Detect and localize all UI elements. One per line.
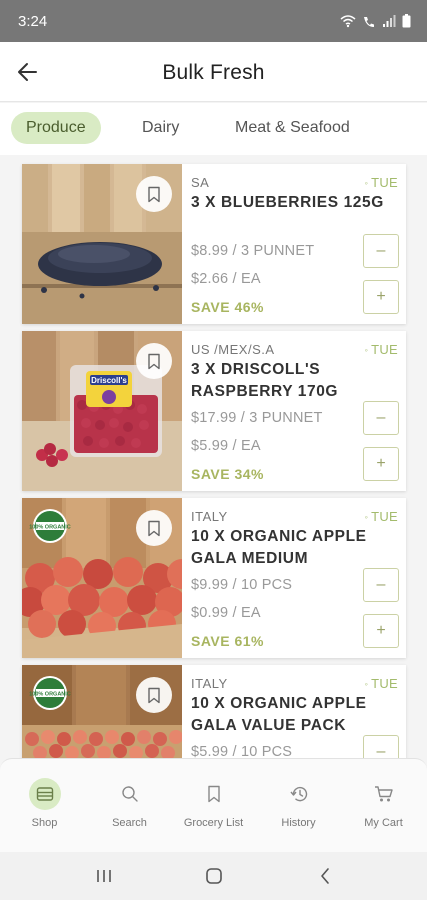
nav-shop[interactable]: Shop [2,759,87,853]
day-dot-icon: ◦ [364,345,369,355]
product-name: 10 X ORGANIC APPLE GALA MEDIUM [191,528,367,567]
delivery-day: ◦ TUE [365,175,398,190]
tab-meat-seafood[interactable]: Meat & Seafood [220,112,365,144]
recent-apps-button[interactable] [92,864,116,888]
savings-label: SAVE 34% [191,466,264,482]
product-card[interactable]: 100% ORGANIC ITALY ◦ TUE 10 X ORGANIC APP… [22,665,406,758]
product-name: 3 X DRISCOLL'S RASPBERRY 170G [191,361,339,400]
home-button[interactable] [202,864,226,888]
battery-icon [402,14,411,28]
increase-quantity-button[interactable]: + [363,280,399,314]
pack-price: $9.99 / 10 PCS [191,577,293,593]
product-card[interactable]: Driscoll's US /MEX/S.A ◦ TUE 3 X DRISCOLL… [22,331,406,491]
pack-price: $5.99 / 10 PCS [191,744,293,758]
nav-label-my-cart: My Cart [364,817,403,829]
unit-price: $0.99 / EA [191,605,261,621]
increase-quantity-button[interactable]: + [363,614,399,648]
nav-label-search: Search [112,817,147,829]
day-dot-icon: ◦ [364,512,369,522]
signal-icon [383,14,396,27]
minus-icon: – [376,576,386,593]
nav-my-cart[interactable]: My Cart [341,759,426,853]
history-icon [283,778,315,810]
product-origin: ITALY [191,676,228,691]
category-tabs: Produce Dairy Meat & Seafood [0,103,427,155]
page-title: Bulk Fresh [162,61,265,84]
app-header: Bulk Fresh [0,42,427,102]
decrease-quantity-button[interactable]: – [363,401,399,435]
bookmark-icon [148,687,160,703]
product-origin: SA [191,175,210,190]
status-icons [340,14,411,28]
product-origin: ITALY [191,509,228,524]
delivery-day: ◦ TUE [365,509,398,524]
day-dot-icon: ◦ [364,178,369,188]
minus-icon: – [376,242,386,259]
product-origin: US /MEX/S.A [191,342,275,357]
bookmark-button[interactable] [136,677,172,713]
product-name: 3 X BLUEBERRIES 125G [191,194,384,211]
increase-quantity-button[interactable]: + [363,447,399,481]
bookmark-icon [148,520,160,536]
product-card[interactable]: 100% ORGANIC ITALY ◦ TUE 10 X ORGANIC APP… [22,498,406,658]
decrease-quantity-button[interactable]: – [363,234,399,268]
status-time: 3:24 [18,12,48,30]
nav-label-grocery-list: Grocery List [183,817,244,829]
system-nav-bar [0,852,427,900]
nav-search[interactable]: Search [87,759,172,853]
organic-badge-text: 100% ORGANIC [29,692,71,698]
tab-produce[interactable]: Produce [11,112,101,144]
organic-badge-text: 100% ORGANIC [29,525,71,531]
bottom-nav: Shop Search Grocery List History My Cart [0,758,427,852]
nav-grocery-list[interactable]: Grocery List [171,759,256,853]
recent-apps-icon [97,870,111,882]
phone-wifi-icon [364,16,374,27]
nav-label-shop: Shop [31,817,58,829]
savings-label: SAVE 61% [191,633,264,649]
home-icon [206,868,222,884]
system-back-button[interactable] [313,864,337,888]
product-list: SA ◦ TUE 3 X BLUEBERRIES 125G $8.99 / 3 P… [0,155,427,758]
delivery-day-label: TUE [371,676,398,691]
bookmark-button[interactable] [136,176,172,212]
product-card[interactable]: SA ◦ TUE 3 X BLUEBERRIES 125G $8.99 / 3 P… [22,164,406,324]
minus-icon: – [376,409,386,426]
nav-history[interactable]: History [256,759,341,853]
shop-icon [28,778,61,810]
bookmark-button[interactable] [136,343,172,379]
tab-dairy[interactable]: Dairy [127,112,194,144]
delivery-day-label: TUE [371,175,398,190]
bookmark-icon [148,186,160,202]
status-bar: 3:24 [0,0,427,42]
delivery-day: ◦ TUE [365,676,398,691]
plus-icon: + [376,455,386,472]
nav-label-history: History [281,817,316,829]
bookmark-icon [148,353,160,369]
savings-label: SAVE 46% [191,299,264,315]
decrease-quantity-button[interactable]: – [363,735,399,758]
driscolls-logo-text: Driscoll's [91,376,127,385]
pack-price: $8.99 / 3 PUNNET [191,243,315,259]
unit-price: $2.66 / EA [191,271,261,287]
search-icon [114,778,146,810]
bookmark-button[interactable] [136,510,172,546]
delivery-day: ◦ TUE [365,342,398,357]
cart-icon [368,778,400,810]
pack-price: $17.99 / 3 PUNNET [191,410,323,426]
plus-icon: + [376,622,386,639]
decrease-quantity-button[interactable]: – [363,568,399,602]
product-name: 10 X ORGANIC APPLE GALA VALUE PACK [191,695,367,734]
delivery-day-label: TUE [371,342,398,357]
system-back-icon [321,868,329,884]
plus-icon: + [376,288,386,305]
minus-icon: – [376,743,386,758]
day-dot-icon: ◦ [364,679,369,689]
bookmark-icon [198,778,230,810]
wifi-icon [340,14,356,27]
delivery-day-label: TUE [371,509,398,524]
unit-price: $5.99 / EA [191,438,261,454]
